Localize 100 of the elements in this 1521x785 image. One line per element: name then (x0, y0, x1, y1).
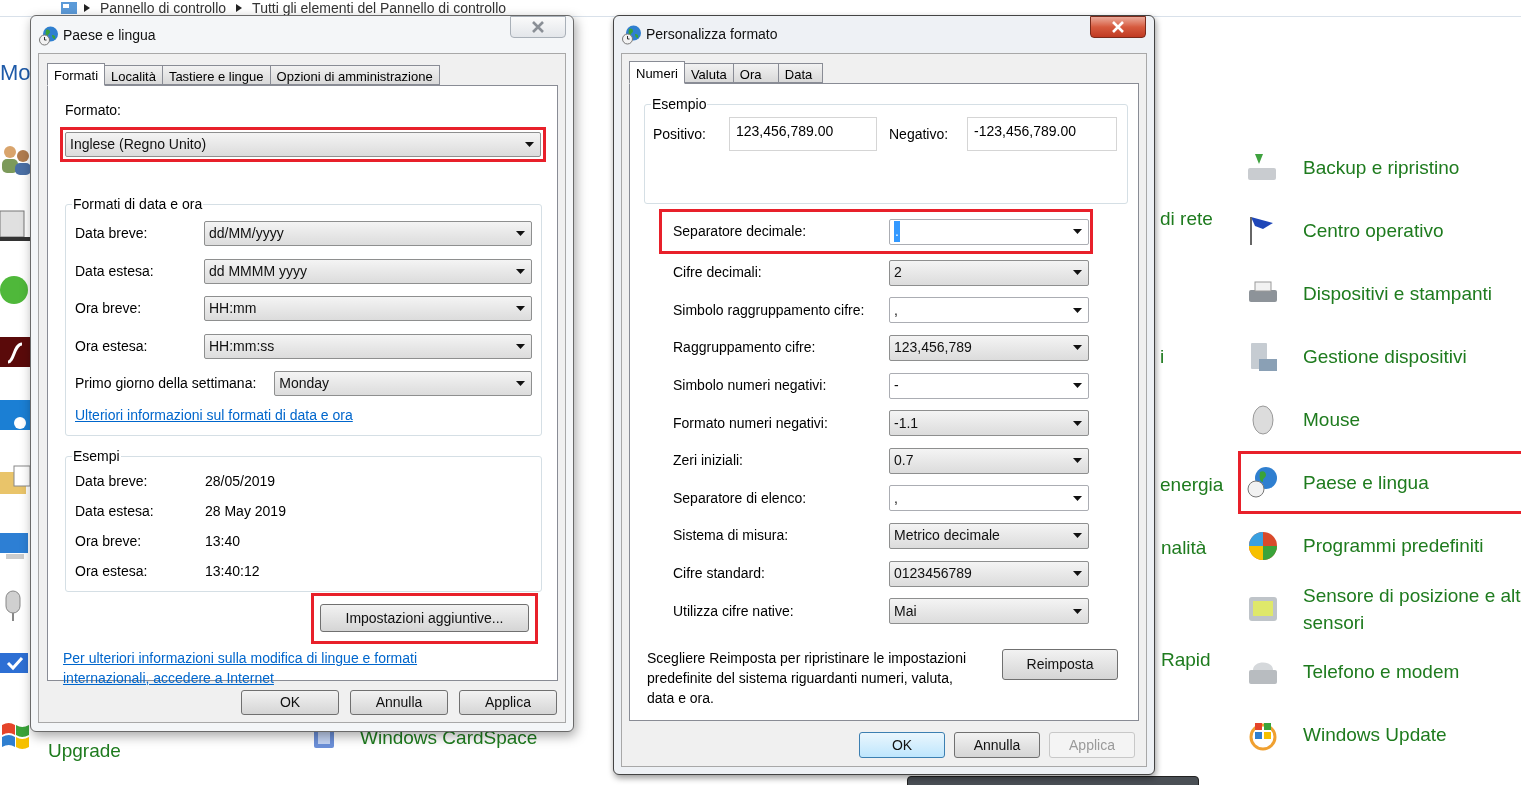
field-label: Zeri iniziali: (673, 451, 744, 471)
caret-icon (1073, 533, 1082, 539)
tab[interactable]: Data (777, 63, 823, 83)
field-label: Cifre decimali: (673, 263, 763, 283)
caret-icon (1073, 270, 1082, 276)
field-label: Ora breve: (75, 532, 143, 551)
control-panel-link[interactable]: Centro operativo (1303, 217, 1444, 244)
field-label: Separatore di elenco: (673, 488, 808, 508)
field-label: Ora breve: (75, 299, 143, 319)
caret-icon (516, 381, 525, 387)
control-panel-link[interactable]: Upgrade (48, 737, 121, 766)
field-label: Cifre standard: (673, 564, 766, 584)
window-title: Paese e lingua (63, 26, 156, 45)
tab[interactable]: Opzioni di amministrazione (269, 65, 440, 85)
control-panel-link[interactable]: Mouse (1303, 406, 1361, 433)
dropdown[interactable]: 0123456789 (889, 560, 1089, 587)
caret-icon (1073, 495, 1082, 501)
control-panel-link[interactable]: Gestione dispositivi (1303, 343, 1467, 370)
control-panel-link[interactable]: nalità (1161, 534, 1207, 563)
group-title: Esempi (72, 446, 121, 466)
example-value: 13:40 (205, 532, 241, 551)
page-heading: Mo (0, 59, 31, 87)
control-panel-link[interactable]: Windows Update (1303, 721, 1447, 748)
control-panel-link[interactable]: Programmi predefiniti (1303, 532, 1484, 559)
dropdown[interactable]: , (889, 297, 1089, 324)
dropdown[interactable]: HH:mm (204, 296, 532, 322)
caret-icon (1073, 608, 1082, 614)
field-label: Data estesa: (75, 502, 155, 521)
dropdown[interactable]: - (889, 372, 1089, 399)
caret-icon (516, 231, 525, 237)
dropdown[interactable]: Mai (889, 598, 1089, 625)
field-label: Simbolo numeri negativi: (673, 376, 828, 396)
info-link[interactable]: Per ulteriori informazioni sulla modifica di lingue e formati internazionali, accedere a Internet (60, 647, 545, 688)
field-label: Negativo: (888, 124, 950, 144)
caret-icon (1073, 571, 1082, 577)
dialog-button[interactable]: OK (859, 732, 945, 758)
dropdown[interactable]: Metrico decimale (889, 522, 1089, 549)
caret-icon (516, 268, 525, 274)
info-link[interactable]: Ulteriori informazioni sul formati di data e ora (75, 406, 353, 423)
control-panel-link[interactable]: energia (1160, 471, 1224, 500)
tab[interactable]: Tastiere e lingue (161, 65, 271, 85)
dropdown[interactable]: 123,456,789 (889, 335, 1089, 361)
field-label: Data breve: (75, 224, 149, 244)
control-panel-link[interactable]: Telefono e modem (1303, 658, 1460, 685)
caret-icon (516, 306, 525, 312)
control-panel-link[interactable]: Dispositivi e stampanti (1303, 280, 1493, 307)
control-panel-link[interactable]: i (1160, 343, 1165, 372)
breadcrumb-item[interactable]: Pannello di controllo (96, 0, 231, 16)
field-label: Data breve: (75, 472, 149, 491)
dropdown[interactable]: Inglese (Regno Unito) (65, 132, 541, 157)
window-title: Personalizza formato (646, 25, 778, 44)
tab[interactable]: Formati (47, 63, 106, 86)
field-label: Ora estesa: (75, 336, 149, 356)
control-panel-link[interactable]: Sensore di posizione e alt sensori (1303, 581, 1521, 636)
dropdown[interactable]: , (889, 485, 1089, 512)
caret-icon (1073, 345, 1082, 351)
dialog-button[interactable]: Applica (459, 690, 557, 715)
close-icon (531, 21, 545, 33)
close-button[interactable] (1090, 16, 1146, 38)
dialog-button[interactable]: Reimposta (1002, 648, 1118, 680)
field-label: Formato numeri negativi: (673, 413, 829, 433)
close-icon (1111, 21, 1125, 33)
dropdown[interactable]: dd MMMM yyyy (204, 258, 532, 284)
field-label: Utilizza cifre native: (673, 601, 795, 621)
dialog-button[interactable]: Impostazioni aggiuntive... (320, 604, 529, 632)
caret-icon (525, 142, 534, 147)
field-label: Simbolo raggruppamento cifre: (673, 300, 866, 320)
example-field: 123,456,789.00 (729, 117, 877, 151)
flash-icon[interactable] (0, 336, 32, 368)
caret-icon (1073, 307, 1082, 313)
example-value: 13:40:12 (205, 562, 260, 581)
dialog-button[interactable]: Annulla (350, 690, 448, 715)
example-value: 28 May 2019 (205, 502, 286, 521)
example-field: -123,456,789.00 (967, 117, 1117, 151)
dropdown[interactable]: Monday (274, 371, 532, 397)
tab[interactable]: Numeri (629, 61, 685, 84)
dropdown[interactable]: 0.7 (889, 447, 1089, 474)
tab[interactable]: Valuta (683, 63, 734, 83)
people-icon[interactable] (0, 144, 32, 176)
field-label: Primo giorno della settimana: (75, 374, 257, 394)
control-panel-link[interactable]: Backup e ripristino (1303, 154, 1460, 181)
field-label: Sistema di misura: (673, 526, 790, 546)
dialog-button[interactable]: Annulla (954, 732, 1040, 758)
dropdown[interactable]: HH:mm:ss (204, 333, 532, 359)
tab[interactable]: Località (104, 65, 163, 85)
folder-icon[interactable] (0, 464, 32, 496)
field-label: Separatore decimale: (673, 222, 808, 241)
dialog-button[interactable]: OK (241, 690, 339, 715)
caret-icon (1073, 420, 1082, 426)
globe-clock-icon (622, 24, 642, 45)
field-label: Ora estesa: (75, 562, 149, 581)
dropdown[interactable]: -1.1 (889, 410, 1089, 437)
dropdown[interactable]: 2 (889, 259, 1089, 286)
tab[interactable]: Ora (732, 63, 779, 83)
control-panel-link[interactable]: Paese e lingua (1303, 469, 1429, 496)
group-title: Formati di data e ora (72, 195, 204, 214)
breadcrumb-item[interactable]: Tutti gli elementi del Pannello di controllo (248, 0, 511, 16)
control-panel-link[interactable]: di rete (1160, 205, 1213, 234)
control-panel-link[interactable]: Rapid (1161, 646, 1211, 675)
dropdown[interactable]: dd/MM/yyyy (204, 221, 532, 247)
